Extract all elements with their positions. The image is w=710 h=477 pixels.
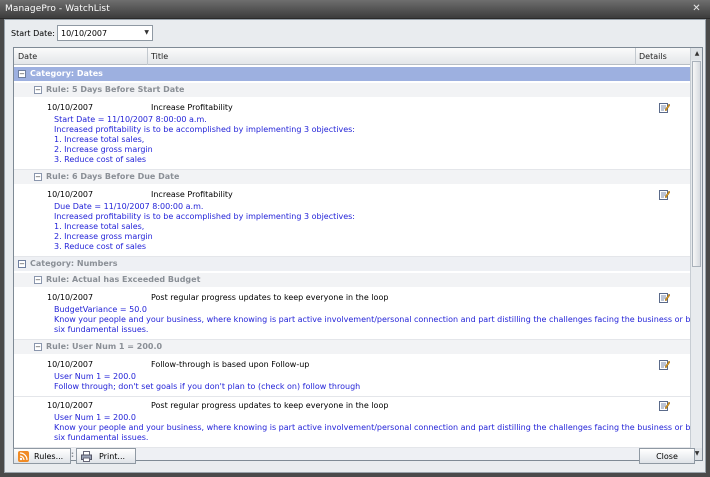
description-line: 2. Increase gross margin [54,145,153,154]
category-row[interactable]: − Category: Dates [14,67,690,81]
item-date: 10/10/2007 [47,401,94,410]
column-header-details[interactable]: Details [639,52,667,61]
rss-icon [18,451,29,462]
window-close-icon[interactable]: ✕ [690,3,703,15]
window-title: ManagePro - WatchList [5,4,110,14]
description-line: 3. Reduce cost of sales [54,242,147,251]
item-description: Start Date = 11/10/2007 8:00:00 a.m. Incr… [54,115,355,165]
rule-row[interactable]: − Rule: User Num 1 = 200.0 [14,340,690,354]
description-line: Know your people and your business, wher… [54,423,690,432]
rule-label: Rule: Actual has Exceeded Budget [46,275,201,284]
category-label: Category: Numbers [30,259,118,268]
item-title: Increase Profitability [151,103,233,112]
close-button[interactable]: Close [639,448,695,464]
description-line: Increased profitability is to be accompl… [54,125,355,134]
rule-label: Rule: User Num 1 = 200.0 [46,342,163,351]
collapse-icon[interactable]: − [18,260,26,268]
grid-body: − Category: Dates − Rule: 5 Days Before Sta… [14,65,690,460]
description-line: User Num 1 = 200.0 [54,372,136,381]
watch-item-row[interactable]: 10/10/2007 Follow-through is based upon F… [14,356,690,397]
item-description: BudgetVariance = 50.0 Know your people an… [54,305,690,335]
description-line: Increased profitability is to be accompl… [54,212,355,221]
rules-button[interactable]: Rules... [13,448,71,464]
category-row[interactable]: − Category: Numbers [14,257,690,271]
collapse-icon[interactable]: − [34,86,42,94]
title-bar[interactable]: ManagePro - WatchList ✕ [0,0,710,19]
watch-item-row[interactable]: 10/10/2007 Increase Profitability Due Date… [14,186,690,257]
rule-row[interactable]: − Rule: 6 Days Before Due Date [14,170,690,184]
watch-item-row[interactable]: 10/10/2007 Increase Profitability Start Da… [14,99,690,170]
column-header-date[interactable]: Date [18,52,37,61]
item-title: Increase Profitability [151,190,233,199]
column-separator [147,48,148,65]
item-date: 10/10/2007 [47,103,94,112]
rule-label: Rule: 5 Days Before Start Date [46,85,185,94]
description-line: Due Date = 11/10/2007 8:00:00 a.m. [54,202,204,211]
description-line: six fundamental issues. [54,325,149,334]
edit-details-icon[interactable] [659,400,670,411]
rule-row[interactable]: − Rule: 5 Days Before Start Date [14,83,690,97]
edit-details-icon[interactable] [659,189,670,200]
item-date: 10/10/2007 [47,360,94,369]
scroll-up-icon[interactable]: ▲ [691,48,702,60]
item-description: User Num 1 = 200.0 Follow through; don't … [54,372,360,392]
category-label: Category: Dates [30,69,103,78]
edit-details-icon[interactable] [659,102,670,113]
description-line: BudgetVariance = 50.0 [54,305,147,314]
collapse-icon[interactable]: − [34,173,42,181]
column-separator [635,48,636,65]
scroll-thumb[interactable] [692,61,701,267]
rules-button-label: Rules... [34,452,64,461]
printer-icon [81,451,92,462]
collapse-icon[interactable]: − [34,343,42,351]
item-title: Post regular progress updates to keep ev… [151,293,389,302]
edit-details-icon[interactable] [659,359,670,370]
watchlist-window: ManagePro - WatchList ✕ Start Date: 10/1… [0,0,710,477]
edit-details-icon[interactable] [659,292,670,303]
rule-label: Rule: 6 Days Before Due Date [46,172,180,181]
item-description: User Num 1 = 200.0 Know your people and y… [54,413,690,443]
column-header-row: Date Title Details [14,48,690,65]
vertical-scrollbar[interactable]: ▲ ▼ [690,48,702,460]
print-button[interactable]: Print... [76,448,136,464]
watchlist-grid: Date Title Details − Category: Dates − Rule… [13,47,703,461]
start-date-label: Start Date: [11,29,55,38]
description-line: 3. Reduce cost of sales [54,155,147,164]
item-date: 10/10/2007 [47,190,94,199]
print-button-label: Print... [99,452,126,461]
description-line: 1. Increase total sales, [54,135,145,144]
column-header-title[interactable]: Title [151,52,168,61]
start-date-dropdown[interactable]: 10/10/2007 ▼ [57,25,153,41]
description-line: 2. Increase gross margin [54,232,153,241]
watch-item-row[interactable]: 10/10/2007 Post regular progress updates … [14,289,690,340]
description-line: 1. Increase total sales, [54,222,145,231]
watch-item-row[interactable]: 10/10/2007 Post regular progress updates … [14,397,690,448]
client-area: Start Date: 10/10/2007 ▼ Date Title Deta… [4,19,706,473]
description-line: User Num 1 = 200.0 [54,413,136,422]
close-button-label: Close [656,452,678,461]
item-date: 10/10/2007 [47,293,94,302]
rule-row[interactable]: − Rule: Actual has Exceeded Budget [14,273,690,287]
item-title: Post regular progress updates to keep ev… [151,401,389,410]
start-date-value: 10/10/2007 [61,29,108,38]
item-title: Follow-through is based upon Follow-up [151,360,310,369]
collapse-icon[interactable]: − [18,70,26,78]
description-line: Follow through; don't set goals if you d… [54,382,361,391]
collapse-icon[interactable]: − [34,276,42,284]
chevron-down-icon[interactable]: ▼ [144,29,149,36]
description-line: six fundamental issues. [54,433,149,442]
description-line: Start Date = 11/10/2007 8:00:00 a.m. [54,115,207,124]
item-description: Due Date = 11/10/2007 8:00:00 a.m. Increa… [54,202,355,252]
description-line: Know your people and your business, wher… [54,315,690,324]
